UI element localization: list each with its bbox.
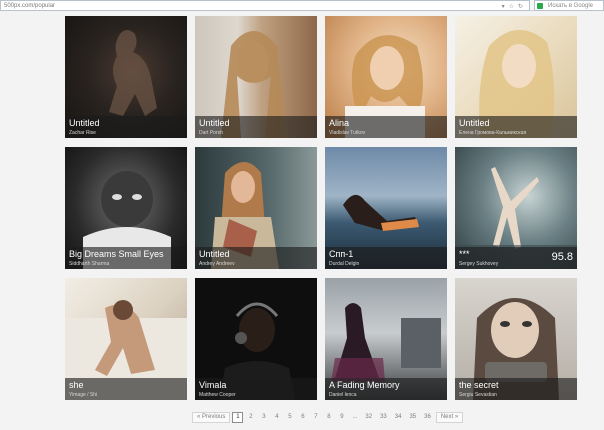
photo-title[interactable]: Untitled — [69, 118, 100, 128]
page-button-5[interactable]: 5 — [284, 412, 295, 423]
page-button-36[interactable]: 36 — [421, 412, 434, 423]
photo-tile[interactable]: Big Dreams Small Eyes Siddharth Sharma — [65, 147, 187, 269]
reload-icon[interactable]: ↻ — [518, 3, 523, 10]
photo-author[interactable]: Елена Громова-Кальмикская — [459, 130, 526, 136]
pagination: « Previous 1 2 3 4 5 6 7 8 9 ... 32 33 3… — [192, 411, 464, 423]
photo-tile[interactable]: Untitled Zachar Rise — [65, 16, 187, 138]
photo-tile[interactable]: the secret Sergiu Sevastian — [455, 278, 577, 400]
photo-author[interactable]: Durdal Delgin — [329, 261, 359, 267]
photo-title[interactable]: Спп-1 — [329, 249, 353, 259]
page-button-1[interactable]: 1 — [232, 411, 244, 423]
photo-author[interactable]: Zachar Rise — [69, 130, 96, 136]
address-bar[interactable]: 500px.com/popular ▾ ☆ ↻ — [0, 0, 530, 11]
photo-title[interactable]: A Fading Memory — [329, 380, 400, 390]
photo-tile[interactable]: she Yimage / Shi — [65, 278, 187, 400]
page-button-4[interactable]: 4 — [271, 412, 282, 423]
photo-tile[interactable]: *** Sergey Sukhovey 95.8 — [455, 147, 577, 269]
photo-title[interactable]: Vimala — [199, 380, 226, 390]
photo-title[interactable]: *** — [459, 249, 470, 259]
photo-grid: Untitled Zachar Rise Untitled Dart Porsh… — [65, 16, 577, 401]
photo-author[interactable]: Sergey Sukhovey — [459, 261, 498, 267]
photo-tile[interactable]: Спп-1 Durdal Delgin — [325, 147, 447, 269]
page-ellipsis: ... — [352, 413, 358, 420]
photo-title[interactable]: the secret — [459, 380, 499, 390]
page-button-33[interactable]: 33 — [377, 412, 390, 423]
dropdown-arrow-icon[interactable]: ▾ — [502, 3, 505, 10]
photo-tile[interactable]: Untitled Елена Громова-Кальмикская — [455, 16, 577, 138]
photo-tile[interactable]: Vimala Matthew Cooper — [195, 278, 317, 400]
photo-tile[interactable]: Untitled Andrey Andreev — [195, 147, 317, 269]
previous-page-button[interactable]: « Previous — [192, 411, 231, 423]
address-text: 500px.com/popular — [4, 3, 56, 9]
google-engine-icon[interactable] — [537, 3, 543, 9]
next-page-button[interactable]: Next » — [435, 411, 464, 423]
photo-author[interactable]: Siddharth Sharma — [69, 261, 109, 267]
photo-title[interactable]: Untitled — [199, 249, 230, 259]
photo-tile[interactable]: Alina Vladislav Tutkov — [325, 16, 447, 138]
photo-title[interactable]: Big Dreams Small Eyes — [69, 249, 164, 259]
page-button-9[interactable]: 9 — [336, 412, 347, 423]
photo-title[interactable]: Untitled — [459, 118, 490, 128]
photo-author[interactable]: Vladislav Tutkov — [329, 130, 365, 136]
search-input[interactable]: Искать в Google — [534, 0, 604, 11]
page-button-34[interactable]: 34 — [392, 412, 405, 423]
photo-author[interactable]: Sergiu Sevastian — [459, 392, 497, 398]
photo-tile[interactable]: A Fading Memory Daniel lenca — [325, 278, 447, 400]
photo-title[interactable]: Untitled — [199, 118, 230, 128]
photo-author[interactable]: Dart Porsh — [199, 130, 223, 136]
photo-author[interactable]: Daniel lenca — [329, 392, 357, 398]
photo-tile[interactable]: Untitled Dart Porsh — [195, 16, 317, 138]
page-button-32[interactable]: 32 — [362, 412, 375, 423]
photo-title[interactable]: Alina — [329, 118, 349, 128]
search-placeholder: Искать в Google — [548, 3, 594, 9]
browser-toolbar: 500px.com/popular ▾ ☆ ↻ Искать в Google — [0, 0, 604, 11]
page-button-6[interactable]: 6 — [297, 412, 308, 423]
page-button-35[interactable]: 35 — [406, 412, 419, 423]
page-button-2[interactable]: 2 — [245, 412, 256, 423]
photo-score: 95.8 — [551, 251, 573, 263]
photo-author[interactable]: Yimage / Shi — [69, 392, 97, 398]
page-button-8[interactable]: 8 — [323, 412, 334, 423]
page-button-7[interactable]: 7 — [310, 412, 321, 423]
page-button-3[interactable]: 3 — [258, 412, 269, 423]
bookmark-star-icon[interactable]: ☆ — [509, 3, 514, 10]
photo-author[interactable]: Andrey Andreev — [199, 261, 235, 267]
photo-author[interactable]: Matthew Cooper — [199, 392, 236, 398]
photo-title[interactable]: she — [69, 380, 84, 390]
